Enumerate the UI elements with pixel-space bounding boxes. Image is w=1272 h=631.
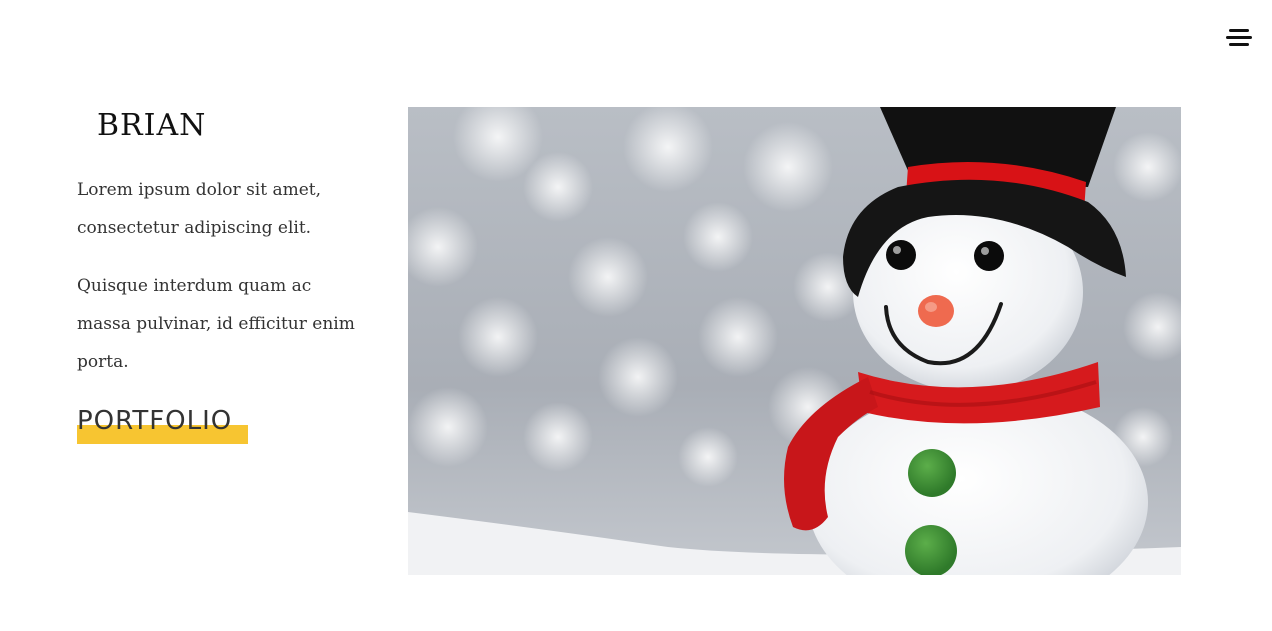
intro-paragraph-2: Quisque interdum quam ac massa pulvinar,… <box>77 276 355 372</box>
snowman-illustration <box>408 107 1181 575</box>
menu-bar <box>1229 43 1249 46</box>
menu-bar <box>1226 36 1252 39</box>
menu-bar <box>1229 29 1249 32</box>
portfolio-link[interactable]: PORTFOLIO <box>77 404 248 444</box>
hero-image-snowman <box>408 107 1181 575</box>
hamburger-menu-icon[interactable] <box>1226 28 1252 48</box>
site-title: BRIAN <box>97 108 207 143</box>
intro-paragraph-1: Lorem ipsum dolor sit amet, consectetur … <box>77 180 322 238</box>
intro-text: Lorem ipsum dolor sit amet, consectetur … <box>77 171 367 401</box>
